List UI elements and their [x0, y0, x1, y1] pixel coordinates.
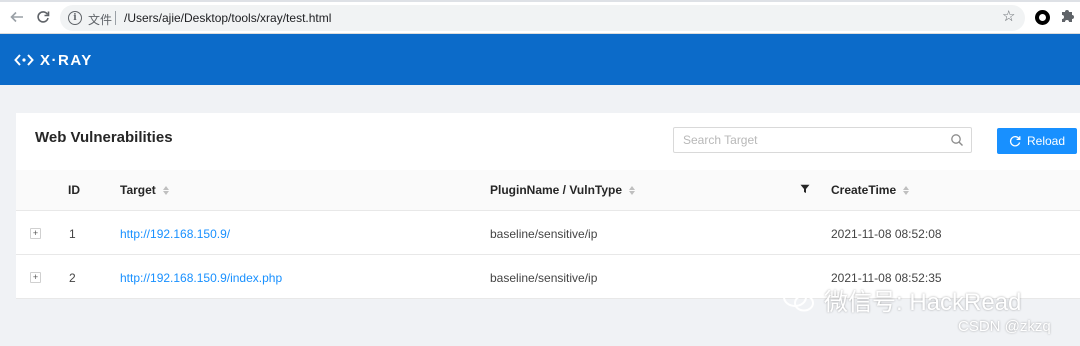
url-text[interactable]: /Users/ajie/Desktop/tools/xray/test.html [124, 11, 331, 25]
watermark-csdn: CSDN @zkzq [958, 318, 1051, 335]
puzzle-icon[interactable] [1060, 8, 1075, 29]
sort-icon[interactable] [629, 185, 636, 195]
column-create-time-label: CreateTime [831, 183, 897, 197]
xray-logo-icon [14, 54, 34, 66]
tab-strip-edge [0, 0, 1080, 2]
expand-row-button[interactable]: + [30, 272, 41, 283]
refresh-icon[interactable] [34, 8, 52, 26]
column-id-label: ID [68, 183, 80, 197]
watermark-brand-text: 微信号: HackRead [824, 289, 1022, 316]
search-target-field[interactable] [673, 127, 972, 153]
expand-row-button[interactable]: + [30, 228, 41, 239]
sort-icon[interactable] [903, 185, 910, 195]
page-title: Web Vulnerabilities [35, 129, 173, 146]
cell-plugin: baseline/sensitive/ip [490, 271, 598, 285]
vulnerabilities-card: Web Vulnerabilities Reload ID Target Plu… [16, 113, 1080, 299]
table-row: + 1 http://192.168.150.9/ baseline/sensi… [16, 212, 1080, 255]
reload-icon [1009, 135, 1021, 147]
column-plugin[interactable]: PluginName / VulnType [490, 183, 636, 197]
search-icon[interactable] [950, 133, 964, 147]
browser-toolbar: i 文件 /Users/ajie/Desktop/tools/xray/test… [0, 0, 1080, 34]
logo-text: X·RAY [40, 51, 93, 69]
watermark-brand: 微信号: HackRead [782, 282, 1021, 317]
xray-logo[interactable]: X·RAY [14, 51, 93, 69]
star-icon[interactable]: ☆ [1002, 8, 1015, 26]
app-header: X·RAY [0, 34, 1080, 85]
filter-icon[interactable] [800, 184, 810, 194]
address-separator [115, 11, 116, 25]
extension-icon[interactable] [1035, 10, 1050, 25]
column-id: ID [68, 183, 80, 197]
sort-icon[interactable] [162, 185, 169, 195]
reload-button[interactable]: Reload [997, 128, 1077, 154]
column-create-time[interactable]: CreateTime [831, 183, 910, 197]
cell-id: 2 [69, 271, 76, 285]
column-target-label: Target [120, 183, 156, 197]
column-target[interactable]: Target [120, 183, 169, 197]
cell-plugin: baseline/sensitive/ip [490, 227, 598, 241]
address-bar[interactable]: i 文件 /Users/ajie/Desktop/tools/xray/test… [60, 5, 1025, 31]
cell-target-link[interactable]: http://192.168.150.9/index.php [120, 271, 282, 285]
cell-id: 1 [69, 227, 76, 241]
search-input[interactable] [683, 132, 943, 148]
info-icon[interactable]: i [68, 11, 82, 25]
file-scheme-label: 文件 [88, 13, 113, 27]
back-arrow-icon[interactable] [8, 8, 26, 26]
reload-label: Reload [1026, 134, 1066, 148]
column-plugin-label: PluginName / VulnType [490, 183, 623, 197]
cell-target-link[interactable]: http://192.168.150.9/ [120, 227, 230, 241]
cell-create-time: 2021-11-08 08:52:08 [831, 227, 942, 241]
wechat-icon [783, 286, 814, 311]
table-header: ID Target PluginName / VulnType CreateTi… [16, 170, 1080, 211]
